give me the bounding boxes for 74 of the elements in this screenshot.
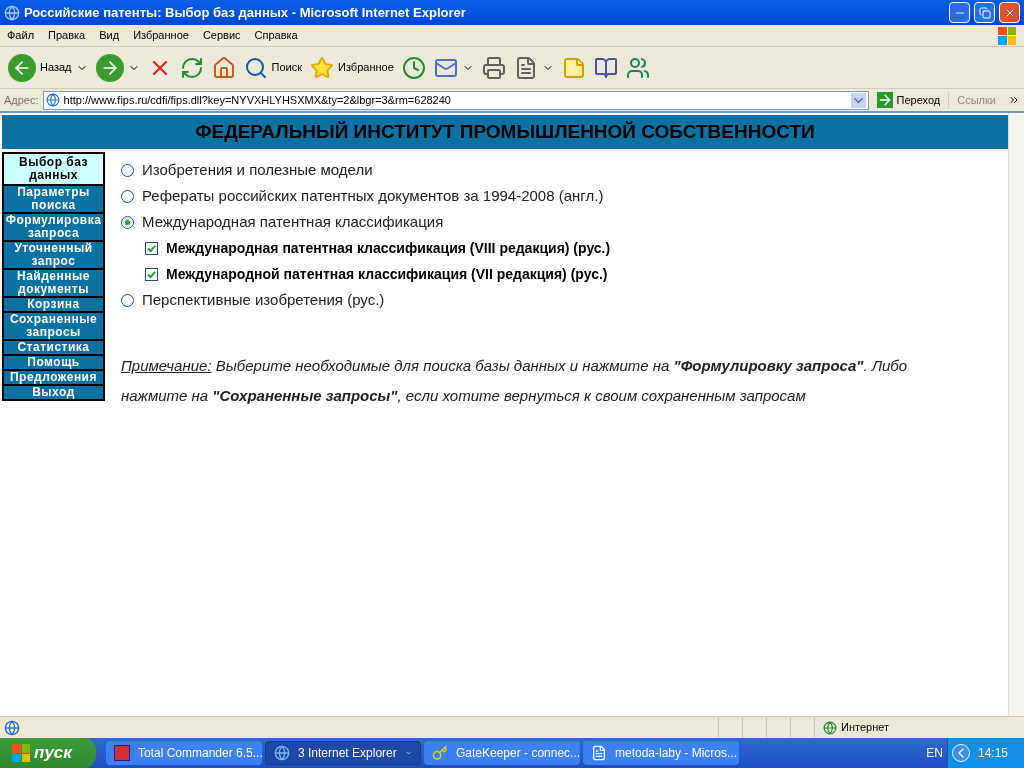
search-icon	[243, 55, 268, 80]
nav-item[interactable]: Сохраненные запросы	[4, 313, 103, 339]
taskbar-button[interactable]: 3 Internet Explorer	[265, 741, 421, 765]
globe-icon	[823, 720, 837, 735]
refresh-icon	[179, 55, 204, 80]
option-label: Изобретения и полезные модели	[142, 159, 373, 180]
go-button[interactable]: Переход	[872, 91, 945, 109]
star-icon	[310, 55, 334, 80]
windows-logo-icon	[998, 26, 1016, 45]
history-icon	[401, 55, 426, 80]
menu-item[interactable]: Файл	[0, 27, 42, 44]
people-icon	[625, 55, 650, 80]
window-title: Российские патенты: Выбор баз данных - Microsoft Internet Explorer	[24, 3, 467, 22]
checkbox[interactable]	[145, 267, 158, 281]
note-icon	[561, 55, 586, 80]
taskbar-button[interactable]: GateKeeper - connec...	[424, 741, 580, 765]
chevron-icon[interactable]	[1008, 94, 1020, 106]
page-icon	[45, 93, 60, 107]
menu-item[interactable]: Сервис	[195, 27, 248, 44]
links-button[interactable]: Ссылки	[948, 91, 1004, 109]
clock: 14:15	[977, 745, 1008, 762]
close-button[interactable]	[999, 2, 1020, 23]
document-icon	[591, 745, 607, 761]
address-field[interactable]: http://www.fips.ru/cdfi/fips.dll?key=NYVXHLYHSXMX&ty=2&lbgr=3&rm=628240	[42, 90, 869, 110]
menu-item[interactable]: Справка	[247, 27, 305, 44]
restore-button[interactable]	[974, 2, 995, 23]
zone-text: Интернет	[841, 720, 889, 736]
home-icon	[211, 55, 236, 80]
nav-item[interactable]: Корзина	[4, 298, 103, 311]
radio-button[interactable]	[121, 215, 134, 229]
page-icon	[4, 719, 20, 736]
note-text: Примечание: Выберите необходимые для поиска базы данных и нажмите на "Формулировку запроса". Либо нажмите на "Сохраненные запросы", если хотите вернуться к своим сохраненным запросам	[121, 356, 909, 406]
menu-item[interactable]: Избранное	[126, 27, 196, 44]
checkbox[interactable]	[145, 241, 158, 255]
option-label: Международная патентная классификация (VIII редакция) (рус.)	[166, 238, 611, 258]
nav-item[interactable]: Найденные документы	[4, 270, 103, 296]
browser-icon	[4, 4, 20, 21]
language-indicator[interactable]: EN	[926, 744, 943, 762]
dropdown-icon[interactable]	[850, 92, 866, 108]
page-header: ФЕДЕРАЛЬНЫЙ ИНСТИТУТ ПРОМЫШЛЕННОЙ СОБСТВЕННОСТИ	[2, 115, 1008, 149]
option-label: Международная патентная классификация	[142, 211, 444, 232]
minimize-button[interactable]	[949, 2, 970, 23]
address-label: Адрес:	[4, 92, 39, 108]
option-label: Международной патентная классификация (VII редакция) (рус.)	[166, 264, 608, 284]
nav-item[interactable]: Формулировка запроса	[4, 214, 103, 240]
radio-button[interactable]	[121, 293, 134, 307]
nav-item[interactable]: Предложения	[4, 371, 103, 384]
radio-button[interactable]	[121, 163, 134, 177]
nav-item[interactable]: Выбор баз данных	[4, 154, 103, 184]
nav-item[interactable]: Помощь	[4, 356, 103, 369]
nav-item[interactable]: Выход	[4, 386, 103, 399]
browser-icon	[274, 745, 290, 761]
taskbar-button[interactable]: metoda-laby - Micros...	[583, 741, 739, 765]
print-icon	[481, 55, 506, 80]
start-button[interactable]: пуск	[0, 738, 96, 768]
radio-button[interactable]	[121, 189, 134, 203]
menu-item[interactable]: Вид	[92, 27, 127, 44]
forward-icon	[95, 53, 124, 82]
toolbar-button[interactable]: Избранное	[306, 49, 398, 86]
nav-item[interactable]: Параметры поиска	[4, 186, 103, 212]
nav-item[interactable]: Статистика	[4, 341, 103, 354]
menu-item[interactable]: Правка	[41, 27, 93, 44]
book-icon	[593, 55, 618, 80]
back-icon	[8, 53, 36, 82]
option-label: Перспективные изобретения (рус.)	[142, 289, 385, 310]
taskbar-button[interactable]: Total Commander 6.5...	[106, 741, 262, 765]
restore-icon	[978, 6, 991, 19]
scrollbar[interactable]	[1008, 113, 1024, 716]
windows-logo-icon	[12, 744, 30, 762]
option-label: Рефераты российских патентных документов за 1994-2008 (англ.)	[142, 185, 604, 206]
nav-item[interactable]: Уточненный запрос	[4, 242, 103, 268]
toolbar-button[interactable]: Назад	[4, 49, 76, 86]
toolbar-button[interactable]: Поиск	[239, 49, 306, 86]
key-icon	[432, 745, 448, 761]
